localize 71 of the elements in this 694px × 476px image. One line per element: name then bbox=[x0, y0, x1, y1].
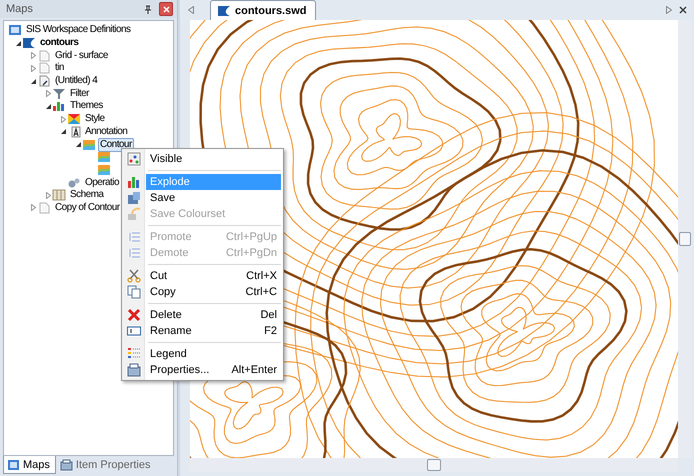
close-icon bbox=[162, 6, 170, 12]
horizontal-scrollbar[interactable] bbox=[190, 458, 678, 472]
close-icon bbox=[679, 6, 687, 14]
tree-item[interactable]: contours bbox=[38, 36, 80, 50]
tree-item[interactable]: tin bbox=[53, 61, 66, 76]
document-tab[interactable]: contours.swd bbox=[210, 0, 316, 20]
menu-item[interactable]: Properties... Alt+Enter bbox=[146, 362, 281, 378]
menu-item[interactable]: Rename F2 bbox=[146, 323, 281, 339]
menu-item[interactable]: Cut Ctrl+X bbox=[146, 268, 281, 284]
palette-icon bbox=[67, 113, 81, 126]
tree-item[interactable]: SIS Workspace Definitions bbox=[24, 23, 132, 38]
collapsed-arrow-icon[interactable] bbox=[30, 64, 36, 72]
page-icon bbox=[37, 202, 51, 214]
expanded-arrow-icon[interactable] bbox=[44, 102, 52, 110]
scatter-icon bbox=[127, 152, 141, 166]
expanded-arrow-icon[interactable] bbox=[30, 78, 36, 85]
collapsed-arrow-icon[interactable] bbox=[30, 204, 36, 212]
disk-icon bbox=[127, 191, 141, 205]
scissors-icon bbox=[127, 269, 141, 283]
menu-item[interactable]: Delete Del bbox=[146, 307, 281, 323]
bar-chart-icon bbox=[52, 100, 66, 112]
panel-title: Maps bbox=[6, 3, 34, 15]
tree-item[interactable]: Copy of Contour bbox=[53, 200, 122, 215]
tree-item[interactable]: Filter bbox=[68, 86, 91, 101]
page-pencil-icon bbox=[37, 75, 51, 88]
workspace-icon bbox=[8, 24, 22, 36]
tree-item[interactable]: Style bbox=[83, 112, 106, 126]
tree-item[interactable]: Contour bbox=[98, 138, 134, 152]
copy-icon bbox=[127, 285, 141, 299]
delete-icon bbox=[127, 308, 141, 322]
menu-item[interactable]: Legend bbox=[146, 346, 281, 362]
menu-item[interactable]: Save bbox=[146, 190, 281, 206]
collapsed-arrow-icon[interactable] bbox=[44, 90, 52, 98]
list-down-icon bbox=[127, 246, 141, 260]
maps-icon bbox=[7, 458, 20, 470]
expanded-arrow-icon[interactable] bbox=[74, 141, 82, 148]
collapsed-arrow-icon[interactable] bbox=[44, 192, 52, 199]
properties-icon bbox=[127, 363, 141, 377]
close-button[interactable] bbox=[159, 2, 173, 16]
menu-item[interactable]: Copy Ctrl+C bbox=[146, 284, 281, 300]
tree-item[interactable]: Operatio bbox=[83, 176, 121, 190]
expanded-arrow-icon[interactable] bbox=[14, 40, 22, 47]
bar-chart-icon bbox=[127, 175, 141, 189]
page-icon bbox=[37, 62, 51, 74]
rename-field-icon bbox=[127, 324, 141, 338]
contour-layer-icon bbox=[97, 151, 111, 164]
panel-tab[interactable]: Item Properties bbox=[56, 456, 156, 474]
columns-icon bbox=[52, 189, 66, 202]
properties-icon bbox=[60, 458, 73, 470]
tree-item[interactable]: (Untitled) 4 bbox=[53, 74, 100, 88]
funnel-icon bbox=[52, 88, 66, 100]
contour-layer-icon bbox=[82, 138, 96, 151]
page-icon bbox=[37, 50, 51, 62]
list-up-icon bbox=[127, 230, 141, 244]
tree-item[interactable]: Grid - surface bbox=[53, 48, 110, 63]
tree-item[interactable]: Annotation bbox=[83, 124, 130, 139]
legend-icon bbox=[127, 347, 141, 361]
tree-item[interactable]: Schema bbox=[68, 188, 106, 202]
globe-swoosh-icon bbox=[22, 37, 36, 50]
tree-item[interactable]: Themes bbox=[68, 99, 105, 114]
collapsed-arrow-icon[interactable] bbox=[60, 116, 66, 123]
globe-swoosh-icon bbox=[217, 4, 231, 17]
left-arrow-icon bbox=[188, 6, 194, 14]
expanded-arrow-icon[interactable] bbox=[60, 128, 66, 136]
menu-item[interactable]: Visible bbox=[146, 151, 281, 167]
panel-tab[interactable]: Maps bbox=[3, 456, 56, 474]
contour-layer-icon bbox=[97, 164, 111, 176]
vertical-scrollbar[interactable] bbox=[678, 20, 692, 458]
right-arrow-icon bbox=[666, 6, 672, 14]
collapsed-arrow-icon[interactable] bbox=[30, 52, 36, 60]
pin-icon bbox=[144, 4, 152, 14]
